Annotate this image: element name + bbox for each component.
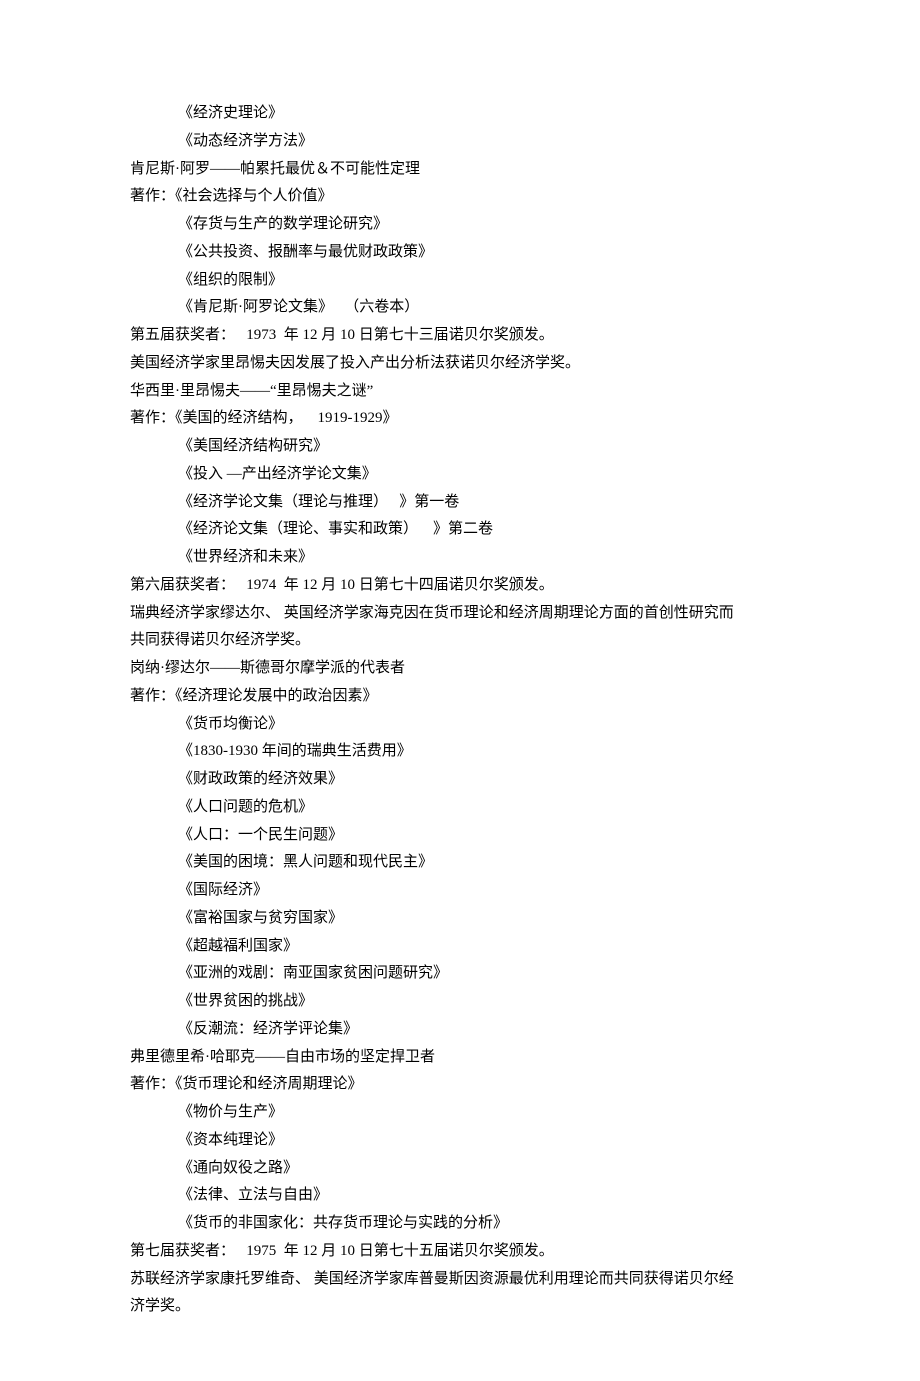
text-line: 《物价与生产》 (130, 1099, 790, 1127)
text-line: 弗里德里希·哈耶克——自由市场的坚定捍卫者 (130, 1044, 790, 1072)
text-line: 《超越福利国家》 (130, 933, 790, 961)
text-line: 《货币的非国家化：共存货币理论与实践的分析》 (130, 1210, 790, 1238)
text-line: 《公共投资、报酬率与最优财政政策》 (130, 239, 790, 267)
text-line: 《肯尼斯·阿罗论文集》 （六卷本） (130, 294, 790, 322)
text-line: 《资本纯理论》 (130, 1127, 790, 1155)
text-line: 《经济史理论》 (130, 100, 790, 128)
text-line: 《人口：一个民生问题》 (130, 822, 790, 850)
text-line: 《美国经济结构研究》 (130, 433, 790, 461)
text-line: 《经济论文集（理论、事实和政策） 》第二卷 (130, 516, 790, 544)
text-line: 《法律、立法与自由》 (130, 1182, 790, 1210)
text-line: 《国际经济》 (130, 877, 790, 905)
text-line: 《反潮流：经济学评论集》 (130, 1016, 790, 1044)
text-line: 苏联经济学家康托罗维奇、 美国经济学家库普曼斯因资源最优利用理论而共同获得诺贝尔… (130, 1266, 790, 1294)
text-line: 《存货与生产的数学理论研究》 (130, 211, 790, 239)
text-line: 共同获得诺贝尔经济学奖。 (130, 627, 790, 655)
text-line: 《世界贫困的挑战》 (130, 988, 790, 1016)
text-line: 华西里·里昂惕夫——“里昂惕夫之谜” (130, 378, 790, 406)
text-line: 美国经济学家里昂惕夫因发展了投入产出分析法获诺贝尔经济学奖。 (130, 350, 790, 378)
text-line: 《亚洲的戏剧：南亚国家贫困问题研究》 (130, 960, 790, 988)
text-line: 《1830-1930 年间的瑞典生活费用》 (130, 738, 790, 766)
text-line: 第七届获奖者： 1975 年 12 月 10 日第七十五届诺贝尔奖颁发。 (130, 1238, 790, 1266)
text-line: 岗纳·缪达尔——斯德哥尔摩学派的代表者 (130, 655, 790, 683)
text-line: 《世界经济和未来》 (130, 544, 790, 572)
text-line: 肯尼斯·阿罗——帕累托最优＆不可能性定理 (130, 156, 790, 184)
text-line: 《经济学论文集（理论与推理） 》第一卷 (130, 489, 790, 517)
text-line: 著作：《美国的经济结构， 1919-1929》 (130, 405, 790, 433)
text-line: 《财政政策的经济效果》 (130, 766, 790, 794)
text-line: 《人口问题的危机》 (130, 794, 790, 822)
text-line: 第五届获奖者： 1973 年 12 月 10 日第七十三届诺贝尔奖颁发。 (130, 322, 790, 350)
text-line: 《投入 —产出经济学论文集》 (130, 461, 790, 489)
text-line: 《美国的困境：黑人问题和现代民主》 (130, 849, 790, 877)
text-line: 《动态经济学方法》 (130, 128, 790, 156)
text-line: 《货币均衡论》 (130, 711, 790, 739)
text-line: 著作：《社会选择与个人价值》 (130, 183, 790, 211)
text-line: 济学奖。 (130, 1293, 790, 1321)
text-line: 《富裕国家与贫穷国家》 (130, 905, 790, 933)
text-line: 《通向奴役之路》 (130, 1155, 790, 1183)
text-line: 《组织的限制》 (130, 267, 790, 295)
text-line: 第六届获奖者： 1974 年 12 月 10 日第七十四届诺贝尔奖颁发。 (130, 572, 790, 600)
text-line: 著作：《货币理论和经济周期理论》 (130, 1071, 790, 1099)
text-line: 瑞典经济学家缪达尔、 英国经济学家海克因在货币理论和经济周期理论方面的首创性研究… (130, 600, 790, 628)
document-page: 《经济史理论》《动态经济学方法》肯尼斯·阿罗——帕累托最优＆不可能性定理著作：《… (0, 0, 920, 1381)
text-line: 著作：《经济理论发展中的政治因素》 (130, 683, 790, 711)
